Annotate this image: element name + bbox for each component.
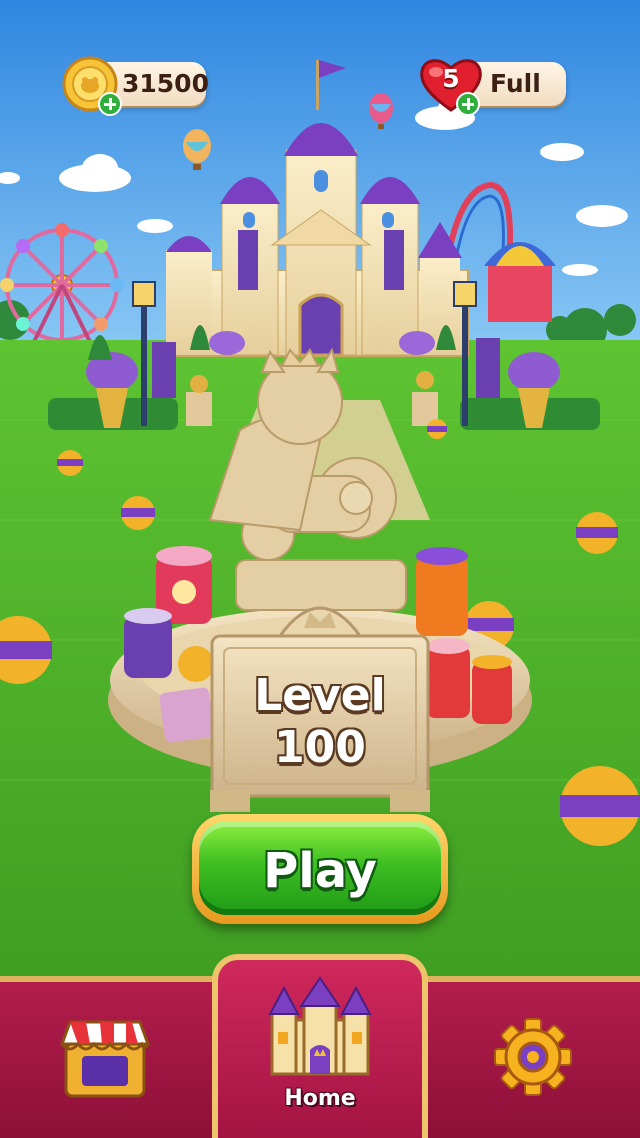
nav-home-tab[interactable]: Home [212,954,428,1138]
add-coins-button[interactable] [98,92,122,116]
add-lives-button[interactable] [456,92,480,116]
gear-icon[interactable] [494,1018,572,1096]
level-label: Level [254,670,386,721]
level-number: 100 [274,722,366,773]
nav-home-label: Home [284,1086,356,1111]
lives-status: Full [490,69,541,98]
castle-icon [268,976,372,1076]
coin-amount: 31500 [122,69,209,98]
lives-count: 5 [442,64,460,93]
play-button-face: Play [199,821,441,915]
play-button[interactable]: Play [192,814,448,924]
play-button-label: Play [263,843,377,899]
shop-icon[interactable] [60,1014,150,1100]
